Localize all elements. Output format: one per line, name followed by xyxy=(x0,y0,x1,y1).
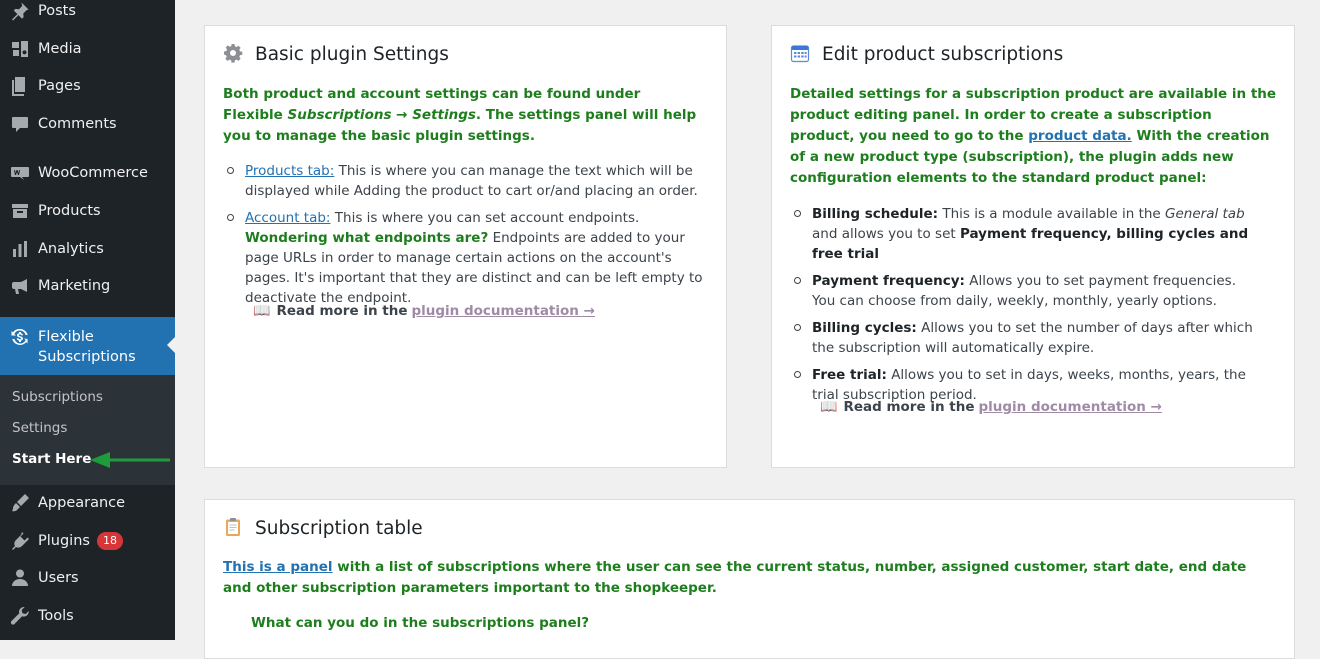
clipboard-icon xyxy=(223,517,245,539)
green-arrow-icon xyxy=(90,452,170,468)
menu-item-posts[interactable]: Posts xyxy=(0,0,175,29)
submenu-item-subscriptions[interactable]: Subscriptions xyxy=(12,389,103,405)
edit-bullets: Billing schedule: This is a module avail… xyxy=(794,204,1262,412)
menu-item-products[interactable]: Products xyxy=(0,193,175,229)
analytics-icon xyxy=(0,239,38,259)
submenu-item-start-here[interactable]: Start Here xyxy=(12,451,91,467)
menu-item-media[interactable]: Media xyxy=(0,31,175,67)
menu-label: Plugins xyxy=(38,533,90,549)
products-icon xyxy=(0,201,38,221)
product-data-link[interactable]: product data. xyxy=(1028,128,1132,144)
card-title: Basic plugin Settings xyxy=(223,43,449,65)
book-icon: 📖 xyxy=(253,303,271,319)
menu-item-woocommerce[interactable]: WooCommerce xyxy=(0,155,175,191)
bullet-bold: Billing schedule: xyxy=(812,206,939,222)
menu-label: Analytics xyxy=(38,241,104,257)
submenu-item-settings[interactable]: Settings xyxy=(12,420,67,436)
edit-intro: Detailed settings for a subscription pro… xyxy=(790,84,1280,189)
list-item: Billing schedule: This is a module avail… xyxy=(794,204,1262,264)
menu-item-pages[interactable]: Pages xyxy=(0,68,175,104)
comments-icon xyxy=(0,114,38,134)
card-title: Subscription table xyxy=(223,517,423,539)
megaphone-icon xyxy=(0,276,38,296)
menu-item-plugins[interactable]: Plugins 18 xyxy=(0,523,175,559)
bullet-bold: Billing cycles: xyxy=(812,320,917,336)
menu-label: Pages xyxy=(38,78,81,94)
menu-label: Marketing xyxy=(38,278,111,294)
menu-label: Media xyxy=(38,41,82,57)
plugin-documentation-link[interactable]: plugin documentation → xyxy=(411,303,594,319)
menu-label: Flexible Subscriptions xyxy=(38,329,136,365)
pin-icon xyxy=(0,1,38,21)
woocommerce-icon xyxy=(0,163,38,183)
plugin-icon xyxy=(0,531,38,551)
book-icon: 📖 xyxy=(820,399,838,415)
bullet-text: This is a module available in the xyxy=(938,206,1166,222)
edit-product-title: Edit product subscriptions xyxy=(822,43,1064,65)
bullet-bold: Free trial: xyxy=(812,367,887,383)
menu-item-tools[interactable]: Tools xyxy=(0,598,175,634)
basic-intro: Both product and account settings can be… xyxy=(223,84,703,147)
menu-label: Comments xyxy=(38,116,117,132)
users-icon xyxy=(0,568,38,588)
basic-settings-title: Basic plugin Settings xyxy=(255,43,449,65)
media-icon xyxy=(0,39,38,59)
menu-label: Posts xyxy=(38,3,76,19)
bullet-highlight: Wondering what endpoints are? xyxy=(245,230,489,246)
basic-readmore: 📖 Read more in the plugin documentation … xyxy=(253,303,595,319)
plugin-documentation-link[interactable]: plugin documentation → xyxy=(978,399,1161,415)
menu-label: WooCommerce xyxy=(38,165,148,181)
intro-text: with a list of subscriptions where the u… xyxy=(223,559,1247,596)
bullet-text: and allows you to set xyxy=(812,226,960,242)
menu-item-appearance[interactable]: Appearance xyxy=(0,485,175,521)
basic-bullets: Products tab: This is where you can mana… xyxy=(227,161,715,315)
brush-icon xyxy=(0,493,38,513)
list-item: Payment frequency: Allows you to set pay… xyxy=(794,271,1262,311)
subscription-table-title: Subscription table xyxy=(255,517,423,539)
menu-label: Appearance xyxy=(38,495,126,511)
subscriptions-icon xyxy=(0,327,38,347)
basic-settings-card: Basic plugin Settings Both product and a… xyxy=(204,25,727,468)
edit-product-card: Edit product subscriptions Detailed sett… xyxy=(771,25,1295,468)
readmore-text: Read more in the xyxy=(276,303,408,319)
admin-sidebar: Posts Media Pages Comments WooCommerce P… xyxy=(0,0,175,640)
calendar-icon xyxy=(790,43,812,65)
menu-item-analytics[interactable]: Analytics xyxy=(0,231,175,267)
plugins-update-badge: 18 xyxy=(96,532,123,550)
gear-icon xyxy=(223,43,245,65)
products-tab-link[interactable]: Products tab: xyxy=(245,163,334,179)
bullet-em: General tab xyxy=(1165,206,1245,222)
intro-path: Subscriptions → Settings xyxy=(287,107,476,123)
list-item: Billing cycles: Allows you to set the nu… xyxy=(794,318,1262,358)
subscription-table-card: Subscription table This is a panel with … xyxy=(204,499,1295,659)
table-intro: This is a panel with a list of subscript… xyxy=(223,557,1263,599)
menu-label: Tools xyxy=(38,608,74,624)
menu-item-comments[interactable]: Comments xyxy=(0,106,175,142)
bullet-text: This is where you can set account endpoi… xyxy=(330,210,640,226)
table-question: What can you do in the subscriptions pan… xyxy=(251,615,590,631)
menu-item-flexible-subscriptions[interactable]: Flexible Subscriptions xyxy=(0,317,175,375)
readmore-text: Read more in the xyxy=(843,399,975,415)
wrench-icon xyxy=(0,606,38,626)
account-tab-link[interactable]: Account tab: xyxy=(245,210,330,226)
menu-label: Products xyxy=(38,203,101,219)
menu-label: Users xyxy=(38,570,79,586)
list-item: Account tab: This is where you can set a… xyxy=(227,208,715,308)
menu-item-marketing[interactable]: Marketing xyxy=(0,268,175,304)
panel-link[interactable]: This is a panel xyxy=(223,559,333,575)
bullet-bold: Payment frequency: xyxy=(812,273,965,289)
card-title: Edit product subscriptions xyxy=(790,43,1063,65)
list-item: Products tab: This is where you can mana… xyxy=(227,161,715,201)
pages-icon xyxy=(0,76,38,96)
menu-item-users[interactable]: Users xyxy=(0,560,175,596)
edit-readmore: 📖 Read more in the plugin documentation … xyxy=(820,399,1162,415)
